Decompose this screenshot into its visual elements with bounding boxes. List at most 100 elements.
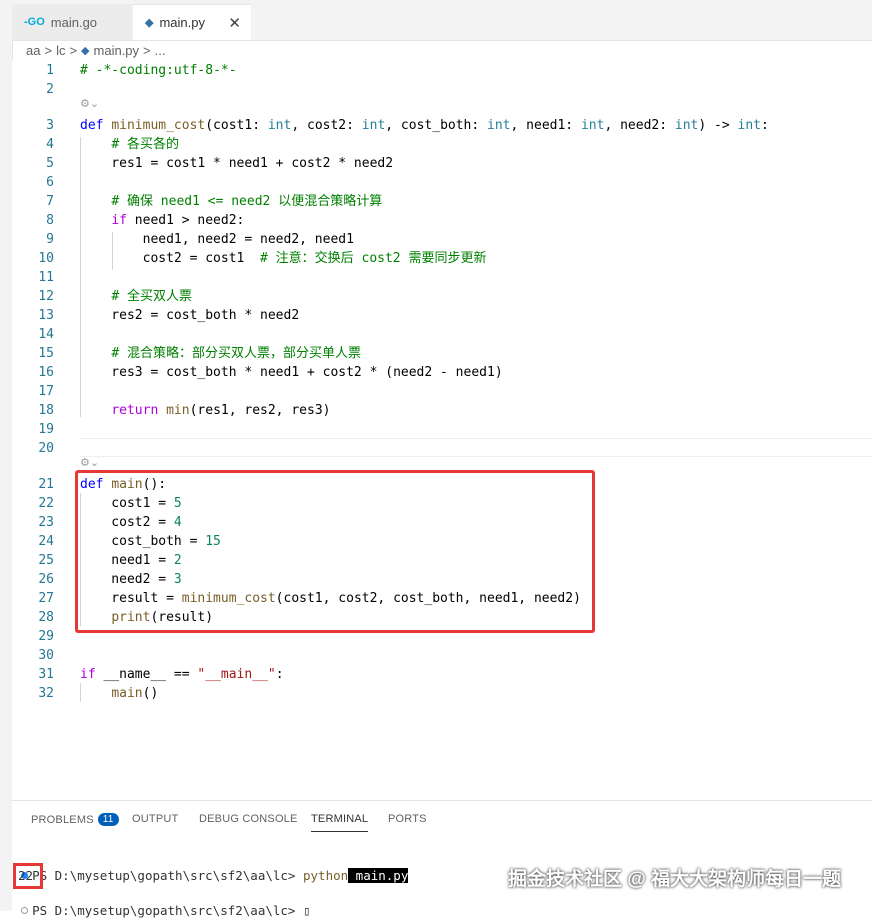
code-text: def main():: [80, 477, 167, 492]
tab-main-go[interactable]: -GO main.go: [12, 4, 132, 40]
tab-output[interactable]: OUTPUT: [132, 813, 178, 825]
breadcrumb-file[interactable]: main.py: [94, 43, 140, 58]
terminal-prompt: PS D:\mysetup\gopath\src\sf2\aa\lc>: [32, 868, 303, 883]
code-line[interactable]: 11: [12, 268, 872, 287]
breadcrumb-folder-lc[interactable]: lc: [56, 43, 65, 58]
code-line[interactable]: 7 # 确保 need1 <= need2 以便混合策略计算: [12, 192, 872, 211]
tab-ports[interactable]: PORTS: [388, 813, 427, 825]
line-number: 6: [46, 175, 54, 190]
chevron-right-icon: >: [44, 42, 53, 58]
code-line[interactable]: 24 cost_both = 15: [12, 532, 872, 551]
line-number: 24: [38, 534, 54, 549]
tab-problems[interactable]: PROBLEMS 11: [31, 813, 119, 826]
code-line[interactable]: 6: [12, 173, 872, 192]
line-number: 4: [46, 137, 54, 152]
line-number: 26: [38, 572, 54, 587]
code-line[interactable]: 19: [12, 420, 872, 439]
code-text: def minimum_cost(cost1: int, cost2: int,…: [80, 118, 769, 133]
line-number: 10: [38, 251, 54, 266]
line-number: 3: [46, 118, 54, 133]
line-number: 8: [46, 213, 54, 228]
code-text: # 全买双人票: [111, 289, 192, 304]
code-line[interactable]: 8 if need1 > need2:: [12, 211, 872, 230]
code-text: need2 = 3: [80, 572, 182, 587]
code-line[interactable]: 20: [12, 439, 872, 458]
code-line[interactable]: 29: [12, 627, 872, 646]
tab-label: main.py: [159, 15, 205, 30]
line-number: 27: [38, 591, 54, 606]
code-text: cost2 = 4: [80, 515, 182, 530]
line-number: 21: [38, 477, 54, 492]
line-number: 29: [38, 629, 54, 644]
terminal-line[interactable]: PS D:\mysetup\gopath\src\sf2\aa\lc> ▯: [6, 884, 311, 918]
code-editor[interactable]: ⚙⌄ ⚙⌄ 1 # -*-coding:utf-8-*- 2 3 def minimum…: [12, 60, 872, 800]
code-text: cost2 = cost1 # 注意：交换后 cost2 需要同步更新: [80, 251, 487, 266]
watermark: 掘金技术社区 @ 福大大架构师每日一题: [508, 869, 842, 890]
line-number: 23: [38, 515, 54, 530]
code-text: need1 = 2: [80, 553, 182, 568]
chevron-right-icon: >: [143, 42, 151, 58]
terminal-command: python: [303, 868, 349, 883]
code-line[interactable]: 28 print(result): [12, 608, 872, 627]
line-number: 30: [38, 648, 54, 663]
tab-terminal[interactable]: TERMINAL: [311, 813, 369, 832]
breadcrumb: aa > lc > ◆ main.py > ...: [12, 40, 872, 60]
tab-label: PROBLEMS: [31, 814, 94, 826]
code-line[interactable]: 17: [12, 382, 872, 401]
python-icon: ◆: [81, 44, 90, 57]
code-text: if __name__ == "__main__":: [80, 667, 284, 682]
terminal-line[interactable]: PS D:\mysetup\gopath\src\sf2\aa\lc> pyth…: [6, 849, 409, 883]
code-text: main(): [111, 686, 159, 701]
chevron-right-icon: >: [69, 42, 78, 58]
code-line[interactable]: 16 res3 = cost_both * need1 + cost2 * (n…: [12, 363, 872, 382]
line-number: 18: [38, 403, 54, 418]
code-line[interactable]: 25 need1 = 2: [12, 551, 872, 570]
code-line[interactable]: 9 need1, need2 = need2, need1: [12, 230, 872, 249]
line-number: 32: [38, 686, 54, 701]
code-line[interactable]: 32 main(): [12, 684, 872, 703]
code-line[interactable]: 26 need2 = 3: [12, 570, 872, 589]
code-line[interactable]: 23 cost2 = 4: [12, 513, 872, 532]
tab-main-py[interactable]: ◆ main.py ✕: [133, 4, 251, 40]
tab-debug-console[interactable]: DEBUG CONSOLE: [199, 813, 298, 825]
code-line[interactable]: 12 # 全买双人票: [12, 287, 872, 306]
line-number: 20: [38, 441, 54, 456]
code-line[interactable]: 31 if __name__ == "__main__":: [12, 665, 872, 684]
code-text: # 混合策略：部分买双人票，部分买单人票: [111, 346, 361, 361]
python-icon: ◆: [145, 17, 154, 29]
close-icon[interactable]: ✕: [228, 14, 241, 32]
code-text: res1 = cost1 * need1 + cost2 * need2: [80, 156, 394, 171]
code-line[interactable]: 15 # 混合策略：部分买双人票，部分买单人票: [12, 344, 872, 363]
line-number: 11: [38, 270, 54, 285]
code-line[interactable]: 14: [12, 325, 872, 344]
line-number: 19: [38, 422, 54, 437]
code-line[interactable]: 5 res1 = cost1 * need1 + cost2 * need2: [12, 154, 872, 173]
code-text: # 确保 need1 <= need2 以便混合策略计算: [111, 194, 383, 209]
line-number: 9: [46, 232, 54, 247]
code-text: print(result): [111, 610, 214, 625]
line-number: 14: [38, 327, 54, 342]
code-line[interactable]: 13 res2 = cost_both * need2: [12, 306, 872, 325]
line-number: 5: [46, 156, 54, 171]
code-line[interactable]: 21 def main():: [12, 475, 872, 494]
code-line[interactable]: 18 return min(res1, res2, res3): [12, 401, 872, 420]
code-text: cost_both = 15: [80, 534, 221, 549]
code-text: need1, need2 = need2, need1: [80, 232, 354, 247]
code-line[interactable]: 22 cost1 = 5: [12, 494, 872, 513]
breadcrumb-symbol[interactable]: ...: [155, 43, 166, 58]
line-number: 15: [38, 346, 54, 361]
code-line[interactable]: 3 def minimum_cost(cost1: int, cost2: int…: [12, 116, 872, 135]
line-number: 28: [38, 610, 54, 625]
line-number: 17: [38, 384, 54, 399]
line-number: 1: [46, 63, 54, 78]
code-line[interactable]: 30: [12, 646, 872, 665]
code-line[interactable]: 2: [12, 80, 872, 99]
code-line[interactable]: 27 result = minimum_cost(cost1, cost2, c…: [12, 589, 872, 608]
code-line[interactable]: 4 # 各买各的: [12, 135, 872, 154]
code-line[interactable]: 1 # -*-coding:utf-8-*-: [12, 61, 872, 80]
line-number: 7: [46, 194, 54, 209]
code-line[interactable]: 10 cost2 = cost1 # 注意：交换后 cost2 需要同步更新: [12, 249, 872, 268]
code-text: # 各买各的: [111, 137, 179, 152]
code-text: # -*-coding:utf-8-*-: [80, 63, 237, 78]
breadcrumb-folder-aa[interactable]: aa: [26, 43, 40, 58]
